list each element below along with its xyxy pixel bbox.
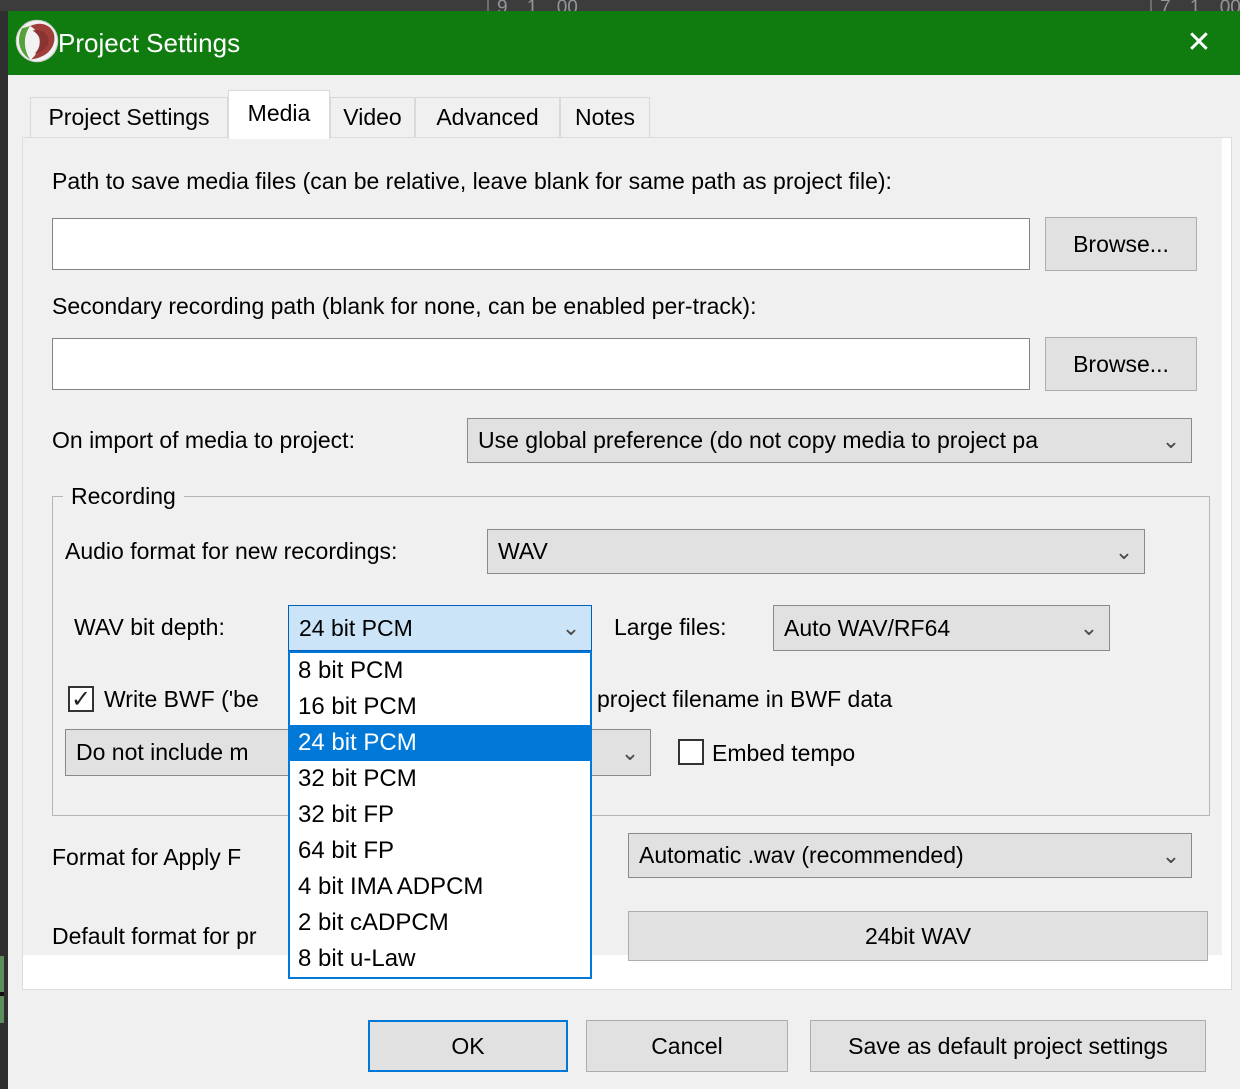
ruler-tick [487,0,489,11]
tab-advanced[interactable]: Advanced [415,97,560,137]
bit-depth-dropdown[interactable]: 24 bit PCM ⌄ [288,605,592,651]
list-item[interactable]: 64 bit FP [290,833,590,869]
chevron-down-icon: ⌄ [1159,425,1183,457]
list-item[interactable]: 32 bit FP [290,797,590,833]
browse-path-button[interactable]: Browse... [1045,217,1197,271]
list-item[interactable]: 4 bit IMA ADPCM [290,869,590,905]
audio-format-dropdown[interactable]: WAV ⌄ [487,529,1145,574]
list-item[interactable]: 2 bit cADPCM [290,905,590,941]
path-label: Path to save media files (can be relativ… [52,168,892,195]
default-format-label: Default format for pr [52,923,257,950]
timeline-ruler-fragment-right: 7 1 00 [1160,0,1240,11]
chevron-down-icon: ⌄ [1077,612,1101,644]
apply-fx-label: Format for Apply F [52,844,241,871]
write-bwf-checkbox[interactable]: ✓ [68,686,94,712]
list-item[interactable]: 8 bit u-Law [290,941,590,977]
tab-video[interactable]: Video [330,97,415,137]
chevron-down-icon: ⌄ [1112,536,1136,568]
list-item[interactable]: 8 bit PCM [290,653,590,689]
close-icon[interactable]: ✕ [1175,23,1223,65]
secondary-path-label: Secondary recording path (blank for none… [52,293,756,320]
embed-tempo-label: Embed tempo [712,740,855,767]
import-mode-dropdown[interactable]: Use global preference (do not copy media… [467,418,1192,463]
large-files-dropdown[interactable]: Auto WAV/RF64 ⌄ [773,605,1110,651]
tab-notes[interactable]: Notes [560,97,650,137]
background-timeline-strip: 9 1 00 7 1 00 [0,0,1240,11]
path-input[interactable] [52,218,1030,270]
check-icon: ✓ [71,685,91,714]
background-track-tick [0,992,4,996]
cancel-button[interactable]: Cancel [586,1020,788,1072]
screen: 9 1 00 7 1 00 Project Settings ✕ Project… [0,0,1240,1089]
large-files-label: Large files: [614,614,727,641]
tab-project-settings[interactable]: Project Settings [30,97,228,137]
embed-tempo-checkbox[interactable] [678,739,704,765]
list-item-selected[interactable]: 24 bit PCM [290,725,590,761]
chevron-down-icon: ⌄ [618,737,642,769]
chevron-down-icon: ⌄ [1159,840,1183,872]
bit-depth-options-list: 8 bit PCM 16 bit PCM 24 bit PCM 32 bit P… [288,651,592,979]
browse-secondary-button[interactable]: Browse... [1045,337,1197,391]
recording-group-label: Recording [63,483,184,510]
default-format-button[interactable]: 24bit WAV [628,911,1208,961]
save-default-button[interactable]: Save as default project settings [810,1020,1206,1072]
window-title: Project Settings [58,11,240,75]
chevron-down-icon: ⌄ [559,612,583,644]
tab-media[interactable]: Media [228,90,330,139]
write-bwf-label: Write BWF ('be [104,686,259,713]
bwf-filename-label: project filename in BWF data [597,686,892,713]
background-track-strip [0,956,4,1023]
list-item[interactable]: 32 bit PCM [290,761,590,797]
import-label: On import of media to project: [52,427,355,454]
ok-button[interactable]: OK [368,1020,568,1072]
timeline-ruler-fragment-left: 9 1 00 [497,0,578,11]
reaper-logo-icon [14,18,60,64]
secondary-path-input[interactable] [52,338,1030,390]
apply-fx-format-dropdown[interactable]: Automatic .wav (recommended) ⌄ [628,833,1192,878]
ruler-tick [1150,0,1152,11]
background-left-strip [0,11,8,1089]
list-item[interactable]: 16 bit PCM [290,689,590,725]
audio-format-label: Audio format for new recordings: [65,538,397,565]
title-bar: Project Settings ✕ [8,11,1240,75]
bit-depth-label: WAV bit depth: [74,614,225,641]
